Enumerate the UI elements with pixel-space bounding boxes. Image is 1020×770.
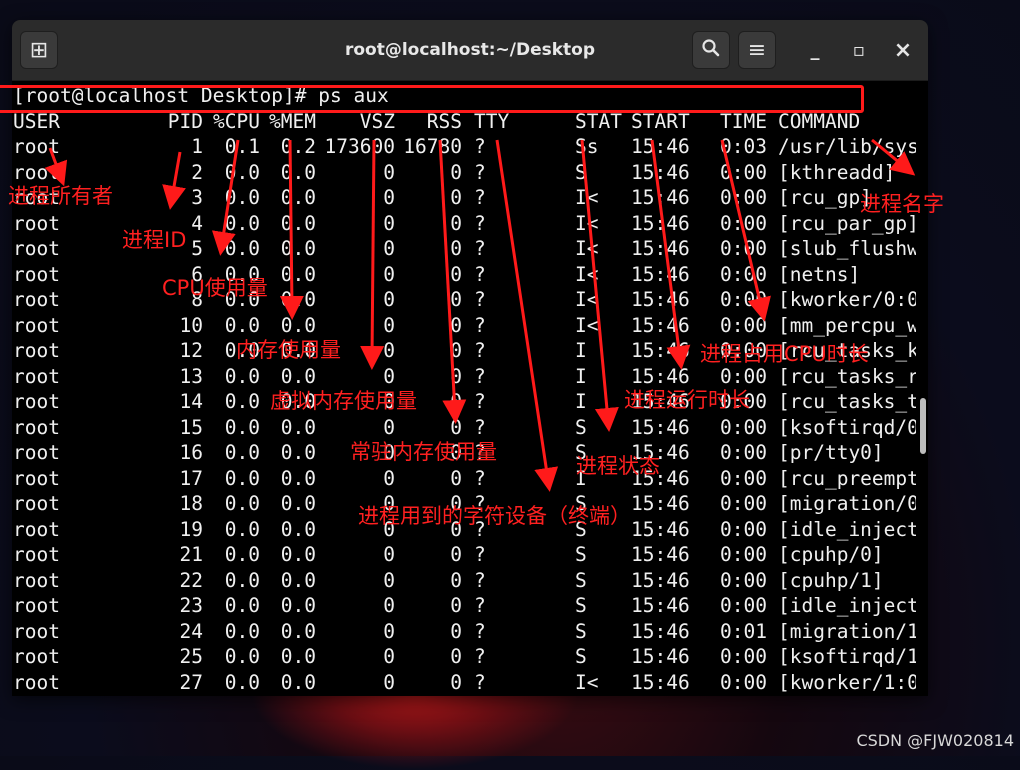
arrow-rss xyxy=(438,139,467,424)
annotation-rss: 常驻内存使用量 xyxy=(350,440,497,464)
annotation-command: 进程名字 xyxy=(860,192,944,216)
arrow-time xyxy=(720,139,771,322)
arrow-start xyxy=(650,139,691,370)
arrow-cpu xyxy=(211,139,240,256)
annotation-time: 进程占用CPU时长 xyxy=(700,342,869,366)
arrow-tty xyxy=(495,139,559,492)
annotation-vsz: 虚拟内存使用量 xyxy=(270,389,417,413)
arrow-vsz xyxy=(360,139,385,370)
annotation-cpu: CPU使用量 xyxy=(162,276,268,300)
annotation-start: 进程运行时长 xyxy=(624,388,750,412)
arrow-command xyxy=(871,138,916,176)
annotation-tty: 进程用到的字符设备（终端） xyxy=(358,504,631,528)
arrow-mem xyxy=(279,139,304,320)
annotation-mem: 内存使用量 xyxy=(236,338,341,362)
arrow-user xyxy=(44,147,68,187)
annotation-user: 进程所有者 xyxy=(8,184,113,208)
annotation-stat: 进程状态 xyxy=(576,454,660,478)
annotation-pid: 进程ID xyxy=(122,228,187,252)
arrow-pid xyxy=(162,151,186,210)
watermark: CSDN @FJW020814 xyxy=(856,731,1014,750)
arrow-stat xyxy=(580,139,619,432)
annotation-arrows xyxy=(44,138,916,492)
